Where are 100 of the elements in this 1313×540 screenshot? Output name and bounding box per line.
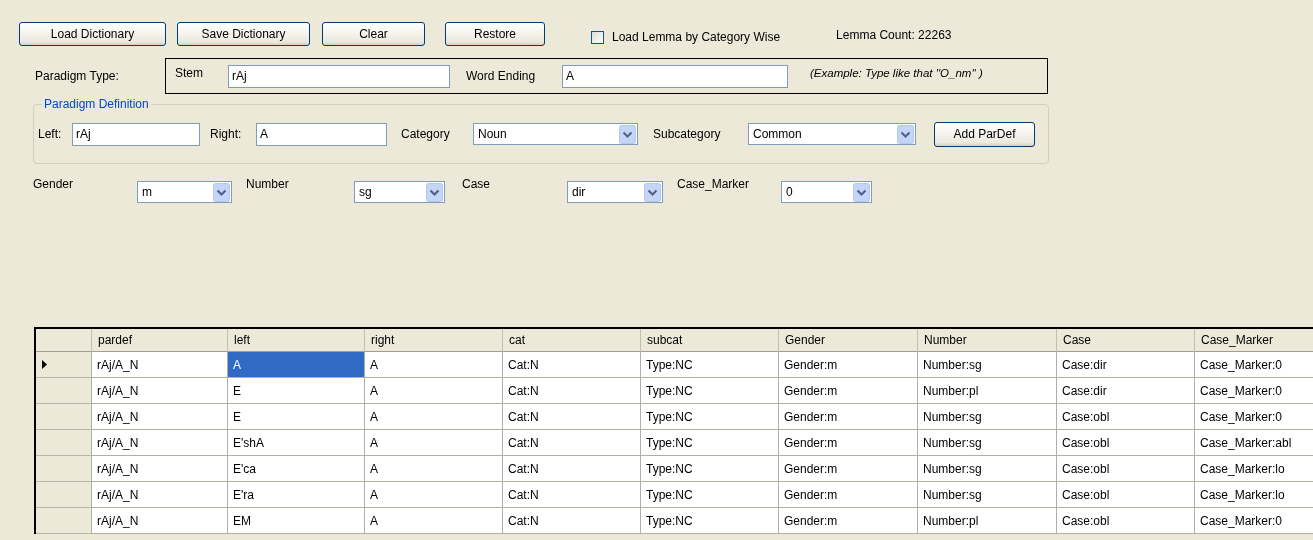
table-cell[interactable]: Case:obl xyxy=(1057,508,1195,534)
table-cell[interactable]: Case:obl xyxy=(1057,482,1195,508)
group-title: Paradigm Definition xyxy=(42,97,151,111)
table-cell[interactable]: Cat:N xyxy=(503,482,641,508)
lemma-count: Lemma Count: 22263 xyxy=(836,28,952,42)
table-cell[interactable]: Number:sg xyxy=(918,352,1057,378)
table-cell[interactable]: A xyxy=(365,456,503,482)
table-cell[interactable]: E'shA xyxy=(228,430,365,456)
table-cell[interactable]: Case:dir xyxy=(1057,378,1195,404)
table-cell[interactable]: rAj/A_N xyxy=(92,482,228,508)
checkbox-label: Load Lemma by Category Wise xyxy=(612,30,781,44)
table-cell[interactable]: rAj/A_N xyxy=(92,404,228,430)
table-cell[interactable]: Type:NC xyxy=(641,456,779,482)
dropdown[interactable]: Noun xyxy=(473,123,638,145)
table-cell[interactable]: Type:NC xyxy=(641,482,779,508)
chevron-down-icon xyxy=(644,182,661,202)
column-header[interactable]: left xyxy=(228,329,365,352)
table-cell[interactable]: rAj/A_N xyxy=(92,456,228,482)
toolbar-button[interactable]: Restore xyxy=(445,22,545,46)
table-cell[interactable]: Cat:N xyxy=(503,404,641,430)
dropdown[interactable]: sg xyxy=(354,181,445,203)
table-cell[interactable]: Case_Marker:0 xyxy=(1195,508,1313,534)
column-header[interactable]: Case xyxy=(1057,329,1195,352)
table-cell[interactable]: E xyxy=(228,378,365,404)
dropdown[interactable]: dir xyxy=(567,181,663,203)
table-cell[interactable]: E'ca xyxy=(228,456,365,482)
dropdown[interactable]: 0 xyxy=(781,181,872,203)
table-cell[interactable]: rAj/A_N xyxy=(92,430,228,456)
column-header[interactable]: Case_Marker xyxy=(1195,329,1313,352)
table-cell[interactable]: Case:obl xyxy=(1057,456,1195,482)
table-cell[interactable]: Case:dir xyxy=(1057,352,1195,378)
table-cell[interactable]: Gender:m xyxy=(779,482,918,508)
table-cell[interactable]: A xyxy=(365,508,503,534)
table-cell[interactable]: A xyxy=(365,404,503,430)
toolbar-button[interactable]: Clear xyxy=(322,22,425,46)
table-cell[interactable]: Type:NC xyxy=(641,378,779,404)
table-cell[interactable]: Case_Marker:0 xyxy=(1195,404,1313,430)
column-header[interactable]: Gender xyxy=(779,329,918,352)
input-field[interactable]: rAj xyxy=(228,64,450,88)
table-cell[interactable]: E xyxy=(228,404,365,430)
table-cell[interactable]: A xyxy=(365,482,503,508)
field-label: Case xyxy=(462,177,491,191)
row-header[interactable] xyxy=(36,482,92,508)
toolbar-button[interactable]: Load Dictionary xyxy=(19,22,166,46)
input-field[interactable]: rAj xyxy=(72,122,200,146)
table-cell[interactable]: A xyxy=(228,352,365,378)
table-cell[interactable]: Cat:N xyxy=(503,378,641,404)
table-cell[interactable]: Case_Marker:abl xyxy=(1195,430,1313,456)
column-header[interactable]: right xyxy=(365,329,503,352)
table-cell[interactable]: Case_Marker:lo xyxy=(1195,456,1313,482)
add-pardef-button[interactable]: Add ParDef xyxy=(934,121,1035,147)
table-cell[interactable]: Type:NC xyxy=(641,352,779,378)
table-cell[interactable]: Case:obl xyxy=(1057,404,1195,430)
column-header[interactable]: subcat xyxy=(641,329,779,352)
table-cell[interactable]: Type:NC xyxy=(641,430,779,456)
input-field[interactable]: A xyxy=(256,122,387,146)
column-header[interactable]: Number xyxy=(918,329,1057,352)
row-header[interactable] xyxy=(36,456,92,482)
table-cell[interactable]: Cat:N xyxy=(503,456,641,482)
table-cell[interactable]: Gender:m xyxy=(779,404,918,430)
row-header[interactable] xyxy=(36,430,92,456)
toolbar-button[interactable]: Save Dictionary xyxy=(177,22,310,46)
table-cell[interactable]: E'ra xyxy=(228,482,365,508)
row-header[interactable] xyxy=(36,404,92,430)
table-cell[interactable]: A xyxy=(365,430,503,456)
column-header[interactable]: pardef xyxy=(92,329,228,352)
table-cell[interactable]: Number:pl xyxy=(918,508,1057,534)
table-cell[interactable]: EM xyxy=(228,508,365,534)
table-cell[interactable]: Number:pl xyxy=(918,378,1057,404)
checkbox[interactable] xyxy=(591,30,604,44)
table-cell[interactable]: Case_Marker:lo xyxy=(1195,482,1313,508)
row-header[interactable] xyxy=(36,378,92,404)
table-cell[interactable]: Gender:m xyxy=(779,352,918,378)
table-cell[interactable]: Case_Marker:0 xyxy=(1195,352,1313,378)
table-cell[interactable]: Gender:m xyxy=(779,430,918,456)
table-cell[interactable]: Number:sg xyxy=(918,456,1057,482)
table-cell[interactable]: Cat:N xyxy=(503,352,641,378)
table-cell[interactable]: Number:sg xyxy=(918,430,1057,456)
table-cell[interactable]: Gender:m xyxy=(779,456,918,482)
column-header[interactable]: cat xyxy=(503,329,641,352)
row-header[interactable] xyxy=(36,352,92,378)
table-cell[interactable]: Gender:m xyxy=(779,508,918,534)
table-cell[interactable]: A xyxy=(365,352,503,378)
table-cell[interactable]: Case:obl xyxy=(1057,430,1195,456)
table-cell[interactable]: Case_Marker:0 xyxy=(1195,378,1313,404)
table-cell[interactable]: A xyxy=(365,378,503,404)
table-cell[interactable]: Number:sg xyxy=(918,404,1057,430)
table-cell[interactable]: Type:NC xyxy=(641,404,779,430)
input-field[interactable]: A xyxy=(562,64,788,88)
table-cell[interactable]: Type:NC xyxy=(641,508,779,534)
dropdown[interactable]: m xyxy=(137,181,232,203)
table-cell[interactable]: rAj/A_N xyxy=(92,378,228,404)
table-cell[interactable]: Gender:m xyxy=(779,378,918,404)
table-cell[interactable]: Cat:N xyxy=(503,508,641,534)
row-header[interactable] xyxy=(36,508,92,534)
table-cell[interactable]: rAj/A_N xyxy=(92,508,228,534)
table-cell[interactable]: Number:sg xyxy=(918,482,1057,508)
table-cell[interactable]: Cat:N xyxy=(503,430,641,456)
dropdown[interactable]: Common xyxy=(748,123,916,145)
field-label: Word Ending xyxy=(466,69,537,83)
